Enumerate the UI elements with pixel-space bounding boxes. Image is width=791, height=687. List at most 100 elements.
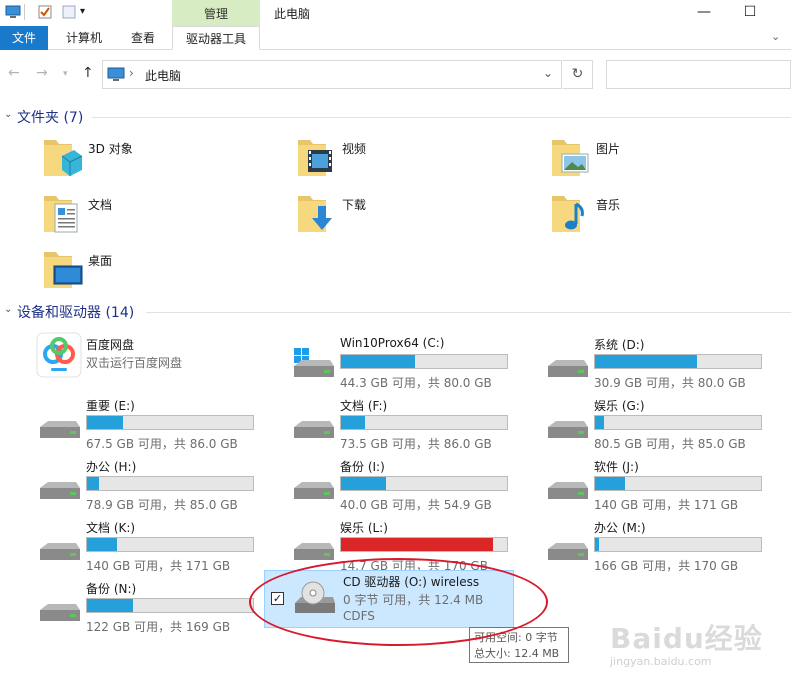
drive-usage-fill — [341, 477, 386, 490]
drive-item[interactable]: 备份 (I:) 40.0 GB 可用，共 54.9 GB — [290, 458, 530, 514]
collapse-chevron-icon[interactable]: ⌄ — [4, 304, 12, 315]
drive-usage-fill — [341, 355, 416, 368]
hard-drive-icon — [40, 543, 80, 560]
folder-label: 图片 — [596, 142, 621, 156]
drive-name: Win10Prox64 (C:) — [340, 336, 445, 350]
hard-drive-icon — [40, 421, 80, 438]
drive-usage-bar — [340, 415, 508, 430]
drive-name: CD 驱动器 (O:) wireless — [343, 575, 480, 589]
title-bar: ▾ 管理 此电脑 — ☐ — [0, 0, 791, 26]
folder-documents[interactable]: 文档 — [42, 192, 282, 244]
drive-name: 娱乐 (G:) — [594, 399, 645, 413]
computer-icon — [107, 67, 125, 81]
tab-file[interactable]: 文件 — [0, 26, 48, 50]
drive-item[interactable]: Win10Prox64 (C:) 44.3 GB 可用，共 80.0 GB — [290, 336, 530, 392]
drive-item[interactable]: 娱乐 (L:) 14.7 GB 可用，共 170 GB — [290, 519, 530, 575]
app-name: 百度网盘 — [86, 338, 135, 352]
breadcrumb-separator[interactable]: › — [129, 66, 134, 80]
drive-name: 娱乐 (L:) — [340, 521, 388, 535]
drive-info: 80.5 GB 可用，共 85.0 GB — [594, 437, 746, 451]
address-bar[interactable]: › 此电脑 ⌄ — [102, 60, 562, 89]
cd-drive-o[interactable]: ✓ CD 驱动器 (O:) wireless 0 字节 可用，共 12.4 MB… — [264, 570, 514, 628]
folder-desktop[interactable]: 桌面 — [42, 248, 282, 300]
downloads-folder-icon — [298, 196, 332, 232]
drive-name: 办公 (H:) — [86, 460, 137, 474]
folder-3d-objects[interactable]: 3D 对象 — [42, 136, 282, 188]
drive-info: 73.5 GB 可用，共 86.0 GB — [340, 437, 492, 451]
drive-item[interactable]: 软件 (J:) 140 GB 可用，共 171 GB — [544, 458, 784, 514]
folder-label: 视频 — [342, 142, 367, 156]
window-title: 此电脑 — [274, 7, 311, 21]
maximize-button[interactable]: ☐ — [728, 2, 772, 24]
drive-item[interactable]: 系统 (D:) 30.9 GB 可用，共 80.0 GB — [544, 336, 784, 392]
breadcrumb-this-pc[interactable]: 此电脑 — [145, 67, 181, 84]
app-baidu-netdisk[interactable]: 百度网盘 双击运行百度网盘 — [36, 332, 276, 392]
drive-info: 30.9 GB 可用，共 80.0 GB — [594, 376, 746, 390]
drive-filesystem: CDFS — [343, 609, 375, 623]
hard-drive-icon — [294, 421, 334, 438]
selection-checkbox[interactable]: ✓ — [271, 592, 284, 605]
hard-drive-icon — [294, 543, 334, 560]
expand-ribbon-icon[interactable]: ⌄ — [771, 30, 785, 44]
folder-label: 桌面 — [88, 254, 113, 268]
drive-info: 44.3 GB 可用，共 80.0 GB — [340, 376, 492, 390]
drive-item[interactable]: 备份 (N:) 122 GB 可用，共 169 GB — [36, 580, 276, 636]
cd-drive-icon — [295, 581, 335, 613]
drive-item[interactable]: 文档 (K:) 140 GB 可用，共 171 GB — [36, 519, 276, 575]
drive-item[interactable]: 办公 (M:) 166 GB 可用，共 170 GB — [544, 519, 784, 575]
recent-locations-icon[interactable]: ▾ — [63, 69, 68, 79]
drive-usage-bar — [594, 476, 762, 491]
drive-usage-fill — [87, 416, 123, 429]
drive-info: 78.9 GB 可用，共 85.0 GB — [86, 498, 238, 512]
search-input[interactable] — [606, 60, 791, 89]
group-header-drives[interactable]: ⌄ 设备和驱动器 (14) — [0, 302, 791, 322]
tab-manage[interactable]: 管理 — [172, 5, 260, 22]
properties-icon[interactable] — [37, 4, 53, 20]
drive-info: 140 GB 可用，共 171 GB — [594, 498, 739, 512]
refresh-button[interactable]: ↻ — [563, 60, 593, 89]
drive-name: 重要 (E:) — [86, 399, 135, 413]
drive-usage-fill — [595, 355, 697, 368]
drive-item[interactable]: 文档 (F:) 73.5 GB 可用，共 86.0 GB — [290, 397, 530, 453]
drive-usage-bar — [594, 415, 762, 430]
tooltip: 可用空间: 0 字节 总大小: 12.4 MB — [469, 627, 569, 663]
up-button[interactable]: ↑ — [82, 65, 94, 81]
hard-drive-icon — [548, 360, 588, 377]
tab-view[interactable]: 查看 — [120, 26, 166, 50]
new-folder-icon[interactable] — [61, 4, 77, 20]
customize-toolbar-icon[interactable]: ▾ — [80, 6, 96, 22]
folder-pictures[interactable]: 图片 — [550, 136, 790, 188]
forward-button[interactable]: → — [36, 65, 48, 81]
drive-usage-bar — [86, 598, 254, 613]
ribbon-tabs: 文件 计算机 查看 驱动器工具 ⌄ — [0, 26, 791, 50]
folder-videos[interactable]: 视频 — [296, 136, 536, 188]
collapse-chevron-icon[interactable]: ⌄ — [4, 109, 12, 120]
drive-usage-fill — [87, 538, 118, 551]
address-dropdown-icon[interactable]: ⌄ — [543, 66, 553, 80]
folder-label: 文档 — [88, 198, 113, 212]
tab-drive-tools[interactable]: 驱动器工具 — [172, 26, 260, 50]
desktop-folder-icon — [44, 252, 83, 288]
drive-item[interactable]: 办公 (H:) 78.9 GB 可用，共 85.0 GB — [36, 458, 276, 514]
drive-info: 122 GB 可用，共 169 GB — [86, 620, 231, 634]
computer-icon[interactable] — [5, 4, 21, 20]
drive-usage-bar — [340, 354, 508, 369]
tab-computer[interactable]: 计算机 — [56, 26, 112, 50]
back-button[interactable]: ← — [8, 65, 20, 81]
drive-item[interactable]: 重要 (E:) 67.5 GB 可用，共 86.0 GB — [36, 397, 276, 453]
folder-downloads[interactable]: 下载 — [296, 192, 536, 244]
divider — [92, 117, 791, 118]
hard-drive-icon — [548, 421, 588, 438]
folder-music[interactable]: 音乐 — [550, 192, 790, 244]
drive-info: 166 GB 可用，共 170 GB — [594, 559, 739, 573]
minimize-button[interactable]: — — [682, 2, 726, 24]
hard-drive-icon — [40, 604, 80, 621]
videos-folder-icon — [298, 140, 332, 176]
group-header-folders[interactable]: ⌄ 文件夹 (7) — [0, 107, 791, 127]
drive-item[interactable]: 娱乐 (G:) 80.5 GB 可用，共 85.0 GB — [544, 397, 784, 453]
hard-drive-icon — [40, 482, 80, 499]
divider — [146, 312, 791, 313]
windows-drive-icon — [294, 348, 334, 377]
drive-usage-fill — [595, 477, 626, 490]
drive-info: 140 GB 可用，共 171 GB — [86, 559, 231, 573]
